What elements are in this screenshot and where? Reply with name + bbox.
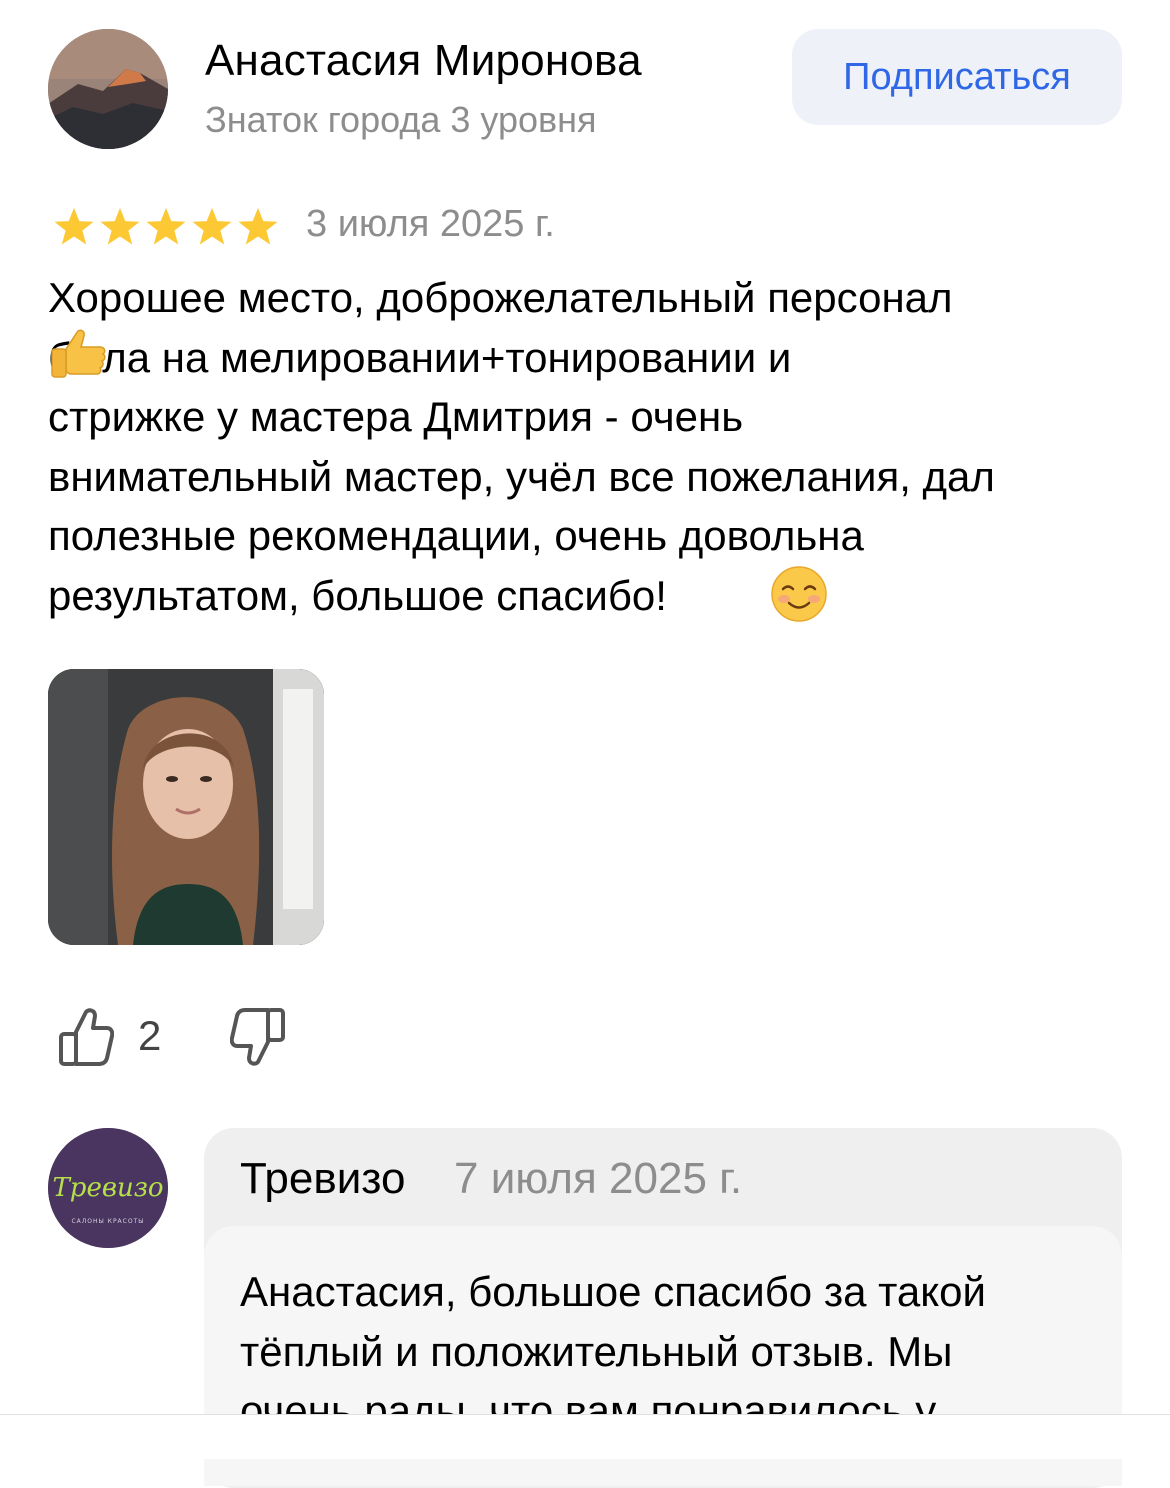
- review-photo-image: [48, 669, 324, 945]
- star-icon: [54, 207, 94, 245]
- rating-stars: [52, 206, 280, 248]
- star-icon: [192, 207, 232, 245]
- company-logo-text: Тревизо: [52, 1173, 163, 1203]
- star-icon: [146, 207, 186, 245]
- reply-date: 7 июля 2025 г.: [454, 1154, 743, 1203]
- like-count: 2: [138, 1012, 162, 1059]
- company-logo-subtext: САЛОНЫ КРАСОТЫ: [71, 1218, 144, 1225]
- dislike-icon[interactable]: [230, 1006, 286, 1068]
- smiling-emoji: [771, 566, 827, 622]
- star-icon: [100, 207, 140, 245]
- mountain-landscape-image: [48, 29, 168, 149]
- bottom-area: [0, 1415, 1170, 1459]
- review-photo[interactable]: [48, 669, 324, 945]
- author-level: Знаток города 3 уровня: [205, 99, 597, 140]
- author-avatar[interactable]: [48, 29, 168, 149]
- company-logo[interactable]: Тревизо САЛОНЫ КРАСОТЫ: [48, 1128, 168, 1248]
- review-text: Хорошее место, доброжелательный персонал…: [48, 274, 995, 619]
- company-logo-image: Тревизо САЛОНЫ КРАСОТЫ: [48, 1128, 168, 1248]
- subscribe-button[interactable]: Подписаться: [792, 29, 1122, 125]
- star-icon: [238, 207, 278, 245]
- review-date: 3 июля 2025 г.: [306, 203, 555, 245]
- author-name[interactable]: Анастасия Миронова: [205, 36, 642, 86]
- thumb-up-emoji: [51, 329, 106, 378]
- like-icon[interactable]: [58, 1006, 114, 1068]
- company-name[interactable]: Тревизо: [240, 1154, 405, 1204]
